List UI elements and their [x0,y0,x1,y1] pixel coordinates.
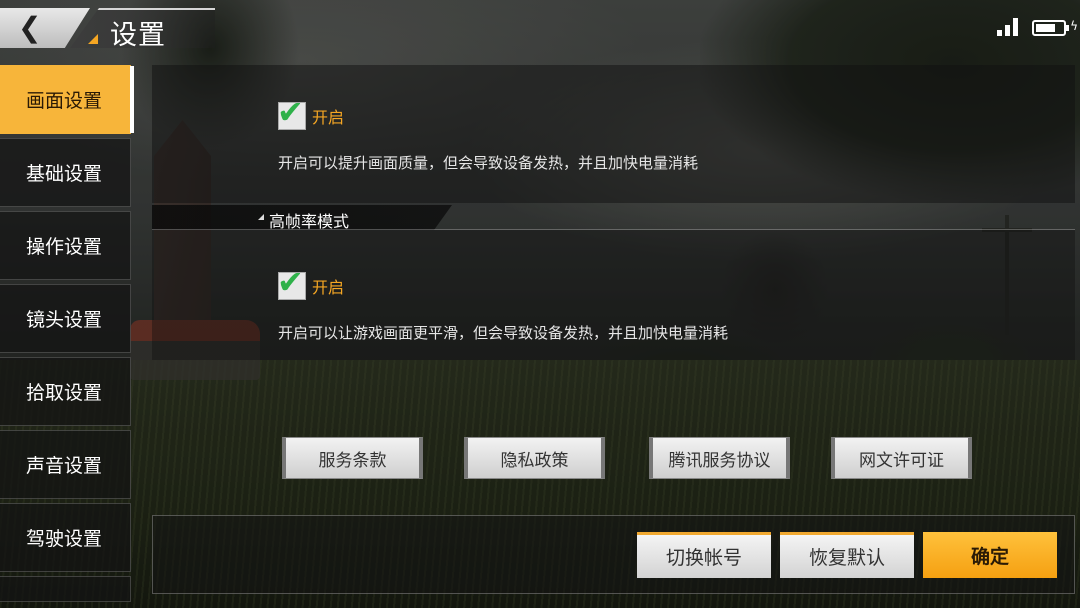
status-bar: ϟ [997,18,1078,36]
triangle-icon [258,214,264,220]
sidebar-item-graphics[interactable]: 画面设置 [0,65,134,134]
checkmark-icon: ✔ [277,263,304,301]
sidebar-item-next-partial[interactable] [0,576,131,602]
title-accent-mark [88,34,98,44]
terms-of-service-button[interactable]: 服务条款 [282,437,423,479]
hd-quality-description: 开启可以提升画面质量，但会导致设备发热，并且加快电量消耗 [278,154,699,172]
restore-default-button[interactable]: 恢复默认 [780,532,914,578]
switch-account-button[interactable]: 切换帐号 [637,532,771,578]
sidebar-item-sound[interactable]: 声音设置 [0,430,131,499]
sidebar-item-driving[interactable]: 驾驶设置 [0,503,131,572]
hd-quality-checkbox[interactable]: ✔ [277,95,306,130]
charging-bolt-icon: ϟ [1070,19,1078,33]
high-fps-toggle[interactable]: ✔ 开启 [277,265,345,300]
chevron-left-icon: ❮ [18,11,42,44]
license-button[interactable]: 网文许可证 [831,437,972,479]
battery-fill [1036,24,1055,32]
tencent-agreement-button[interactable]: 腾讯服务协议 [649,437,790,479]
hd-quality-toggle[interactable]: ✔ 开启 [277,95,345,130]
high-fps-section-title: 高帧率模式 [269,212,350,231]
high-fps-checkbox[interactable]: ✔ [277,265,306,300]
confirm-button[interactable]: 确定 [923,532,1057,578]
privacy-policy-button[interactable]: 隐私政策 [464,437,605,479]
hd-quality-checkbox-label: 开启 [312,108,345,127]
sidebar-item-basic[interactable]: 基础设置 [0,138,131,207]
settings-sidebar: 画面设置 基础设置 操作设置 镜头设置 拾取设置 声音设置 驾驶设置 [0,65,134,602]
checkmark-icon: ✔ [277,93,304,131]
signal-icon [997,18,1018,36]
high-fps-description: 开启可以让游戏画面更平滑，但会导致设备发热，并且加快电量消耗 [278,324,729,342]
sidebar-item-camera[interactable]: 镜头设置 [0,284,131,353]
hd-quality-panel [152,65,1075,203]
high-fps-checkbox-label: 开启 [312,278,345,297]
sidebar-item-controls[interactable]: 操作设置 [0,211,131,280]
sidebar-item-pickup[interactable]: 拾取设置 [0,357,131,426]
page-title: 设置 [110,20,166,51]
battery-charging-icon: ϟ [1032,19,1078,36]
